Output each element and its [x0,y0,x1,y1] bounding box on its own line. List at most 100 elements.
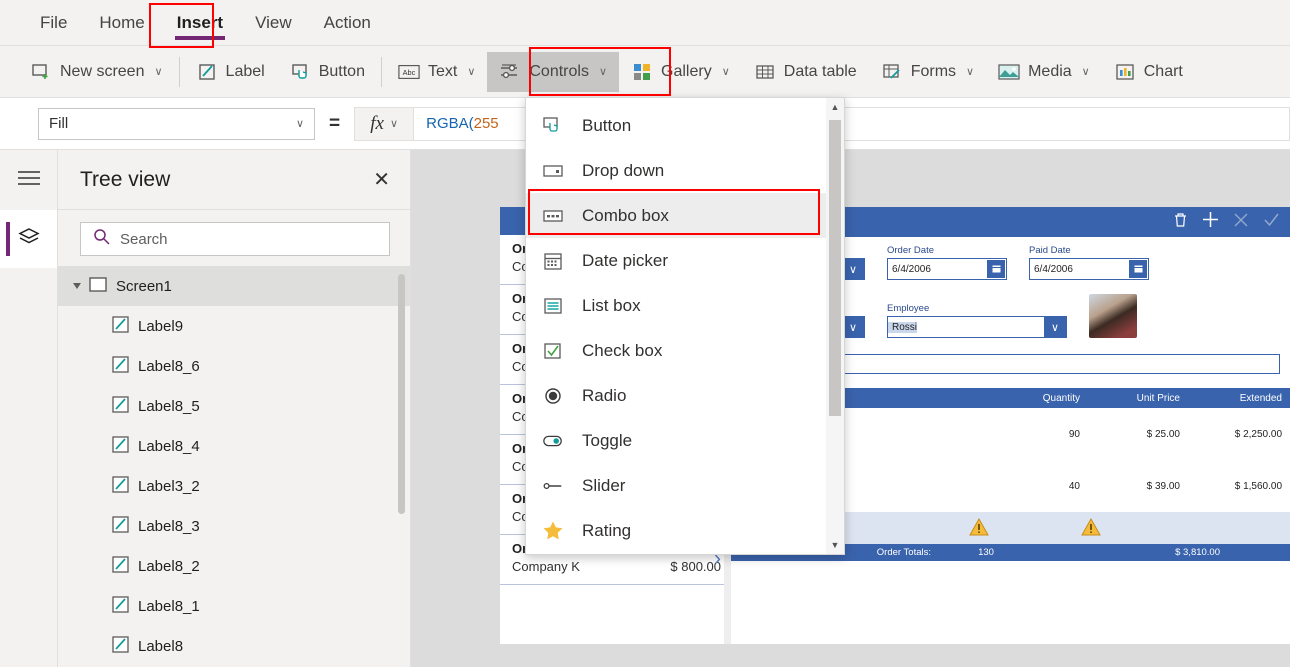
menu-item-label: Home [99,12,145,32]
calendar-icon[interactable] [1129,260,1147,278]
forms-button[interactable]: Forms ∨ [869,52,986,92]
menu-item-insert[interactable]: Insert [161,7,239,40]
menu-bar: File Home Insert View Action [0,0,1290,46]
flyout-scrollbar[interactable]: ▲ ▼ [826,98,844,554]
toggle-icon [542,430,564,452]
warning-icon [1081,517,1101,541]
tree-item-label8_4[interactable]: Label8_4 [58,426,410,466]
menu-item-drop-down[interactable]: Drop down [526,148,828,193]
menu-item-file[interactable]: File [24,7,83,39]
field-label: Employee [887,303,930,314]
cell-quantity: 40 [1068,480,1080,492]
menu-item-date-picker[interactable]: Date picker [526,238,828,283]
ribbon-label: Data table [783,62,857,80]
power-apps-studio: File Home Insert View Action New screen … [0,0,1290,667]
menu-item-radio[interactable]: Radio [526,373,828,418]
chevron-down-icon[interactable]: ∨ [842,317,864,337]
tree-search-container [58,210,410,266]
tree-view-rail-button[interactable] [0,210,57,268]
label-icon [112,595,129,617]
menu-item-action[interactable]: Action [308,7,387,39]
menu-item-slider[interactable]: Slider [526,463,828,508]
menu-item-label: List box [582,295,641,315]
tree-item-screen1[interactable]: Screen1 [58,266,410,306]
tree-item-label: Label8 [138,637,184,655]
text-button[interactable]: Abc Text ∨ [386,52,487,92]
paid-date-input[interactable]: 6/4/2006 [1029,258,1149,280]
tree-item-label9[interactable]: Label9 [58,306,410,346]
close-icon[interactable]: ✕ [373,170,390,190]
property-selector[interactable]: Fill ∨ [38,107,315,140]
search-input[interactable] [120,230,389,248]
tree-item-label3_2[interactable]: Label3_2 [58,466,410,506]
menu-item-check-box[interactable]: Check box [526,328,828,373]
tree-scrollbar[interactable] [398,274,405,514]
order-date-input[interactable]: 6/4/2006 [887,258,1007,280]
chevron-down-icon: ∨ [721,66,730,78]
menu-item-label: Button [582,115,632,135]
chevron-down-icon[interactable]: ∨ [1044,317,1066,337]
employee-dropdown[interactable]: Rossi ∨ [887,316,1067,338]
new-screen-button[interactable]: New screen ∨ [18,52,175,92]
data-table-icon [754,61,776,83]
label-icon [112,555,129,577]
forms-icon [881,61,903,83]
save-icon[interactable] [1263,212,1280,233]
search-box[interactable] [80,222,390,256]
chevron-down-icon[interactable] [73,283,81,289]
controls-ribbon-button[interactable]: Controls ∨ [487,51,620,92]
scrollbar-thumb[interactable] [829,120,841,416]
menu-item-list-box[interactable]: List box [526,283,828,328]
totals-quantity: 130 [978,547,994,558]
combo-box-icon [542,205,564,227]
menu-item-label: File [40,12,68,32]
scroll-down-arrow[interactable]: ▼ [826,536,844,554]
cancel-icon[interactable] [1233,212,1249,233]
cell-extended: $ 2,250.00 [1234,428,1282,440]
tree-item-label: Label3_2 [138,477,200,495]
add-icon[interactable] [1202,211,1219,233]
gallery-button[interactable]: Gallery ∨ [619,52,742,92]
tree-item-list: Screen1 Label9 Label8_6 Label8_5 Label8_… [58,266,410,656]
button-button[interactable]: Button [277,52,377,92]
calendar-icon[interactable] [987,260,1005,278]
ribbon-label: Media [1028,62,1072,80]
tree-view-panel: Tree view ✕ Screen1 Label9 [58,150,411,667]
fx-button[interactable]: fx ∨ [354,106,415,141]
tree-item-label8[interactable]: Label8 [58,626,410,656]
menu-item-rating[interactable]: Rating [526,508,828,553]
hamburger-menu-button[interactable] [0,150,57,210]
chevron-down-icon: ∨ [1081,66,1090,78]
menu-item-view[interactable]: View [239,7,308,39]
tree-item-label: Label9 [138,317,184,335]
data-table-button[interactable]: Data table [742,52,869,92]
tree-item-label8_6[interactable]: Label8_6 [58,346,410,386]
svg-text:Abc: Abc [403,68,416,77]
menu-item-label: Rating [582,520,632,540]
label-button[interactable]: Label [184,52,277,92]
tree-item-label8_3[interactable]: Label8_3 [58,506,410,546]
tree-item-label8_5[interactable]: Label8_5 [58,386,410,426]
menu-item-home[interactable]: Home [83,7,160,39]
chart-button[interactable]: Chart [1102,52,1195,92]
menu-item-button[interactable]: Button [526,103,828,148]
chevron-down-icon[interactable]: ∨ [842,259,864,279]
chevron-down-icon: ∨ [966,66,975,78]
menu-item-combo-box[interactable]: Combo box [526,193,828,238]
ribbon-divider [380,56,382,87]
cell-unit-price: $ 39.00 [1146,480,1180,492]
scroll-up-arrow[interactable]: ▲ [826,98,844,116]
field-value: 6/4/2006 [1034,263,1073,275]
column-header: Quantity [1042,392,1080,404]
label-icon [196,61,218,83]
tree-item-label8_1[interactable]: Label8_1 [58,586,410,626]
trash-icon[interactable] [1173,212,1188,233]
ribbon-label: Controls [529,62,589,80]
media-button[interactable]: Media ∨ [986,52,1102,92]
menu-item-toggle[interactable]: Toggle [526,418,828,463]
employee-avatar [1089,294,1137,338]
hamburger-icon [16,169,42,192]
cell-quantity: 90 [1068,428,1080,440]
new-screen-icon [30,61,52,83]
tree-item-label8_2[interactable]: Label8_2 [58,546,410,586]
